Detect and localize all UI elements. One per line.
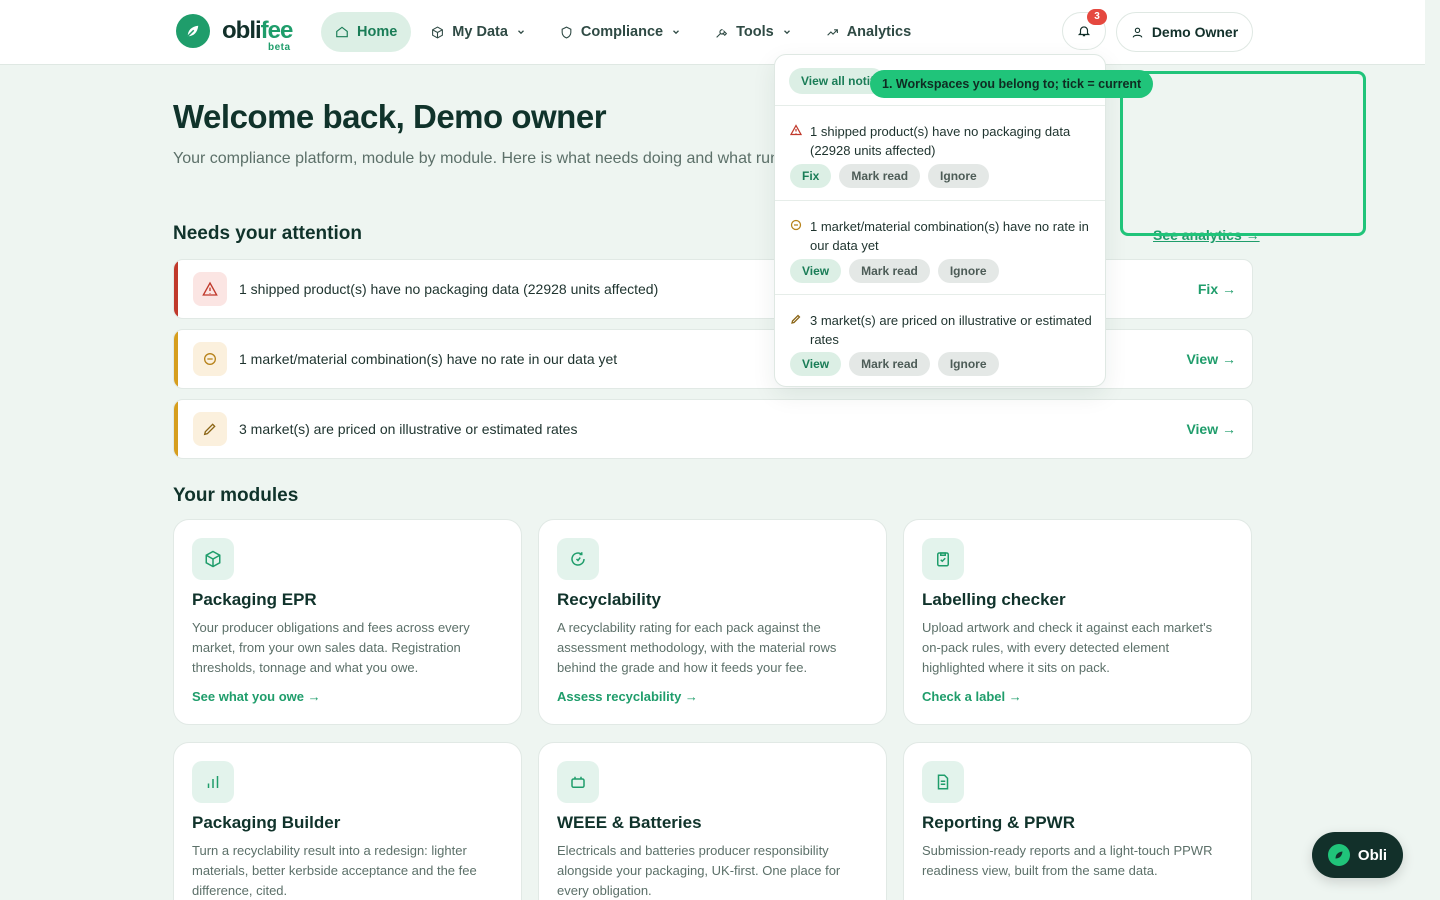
bar-chart-icon (192, 761, 234, 803)
view-button[interactable]: View (790, 352, 842, 376)
view-link[interactable]: View → (1186, 421, 1236, 437)
tour-tooltip[interactable]: 1. Workspaces you belong to; tick = curr… (870, 70, 1154, 98)
notifications-dropdown: View all notifications 1 shipped product… (774, 54, 1106, 387)
module-card-weee-batteries[interactable]: WEEE & Batteries Electricals and batteri… (538, 742, 887, 900)
notifications-button[interactable]: 3 (1062, 9, 1107, 50)
module-card-recyclability[interactable]: Recyclability A recyclability rating for… (538, 519, 887, 725)
card-title: Recyclability (557, 590, 661, 609)
notification-text: 1 shipped product(s) have no packaging d… (810, 124, 1071, 158)
view-button[interactable]: View (790, 259, 842, 283)
card-title: Packaging EPR (192, 590, 317, 609)
card-description: A recyclability rating for each pack aga… (557, 620, 837, 675)
nav-tools[interactable]: Tools (701, 12, 806, 52)
nav-my-data[interactable]: My Data (417, 12, 540, 52)
ignore-button[interactable]: Ignore (937, 352, 999, 376)
fix-link[interactable]: Fix → (1198, 281, 1236, 297)
brand-wordmark: oblifee (222, 17, 293, 44)
trend-icon (826, 28, 838, 36)
minus-circle-icon (193, 342, 227, 376)
notification-actions: Fix Mark read Ignore (790, 164, 989, 188)
chevron-down-icon (783, 30, 790, 35)
attention-text: 1 shipped product(s) have no packaging d… (239, 281, 659, 297)
card-description: Upload artwork and check it against each… (922, 620, 1213, 675)
tour-highlight-box (1120, 71, 1366, 236)
card-title: Reporting & PPWR (922, 813, 1075, 832)
module-card-labelling-checker[interactable]: Labelling checker Upload artwork and che… (903, 519, 1252, 725)
mark-read-button[interactable]: Mark read (839, 164, 921, 188)
chevron-down-icon (517, 30, 524, 35)
recycle-icon (557, 538, 599, 580)
attention-row-estimated-rates[interactable]: 3 market(s) are priced on illustrative o… (173, 399, 1253, 459)
notification-item: 3 market(s) are priced on illustrative o… (775, 294, 1105, 386)
brand-logo[interactable]: oblifee beta (176, 14, 293, 53)
obli-assistant-button[interactable]: Obli (1312, 832, 1403, 878)
warning-icon (193, 272, 227, 306)
leaf-icon (1327, 844, 1350, 866)
card-link[interactable]: Check a label → (922, 689, 1022, 704)
attention-text: 1 market/material combination(s) have no… (239, 351, 618, 367)
card-link[interactable]: Assess recyclability → (557, 689, 698, 704)
main-nav: Home My Data Compliance Tools Analytics (321, 12, 931, 52)
card-description: Electricals and batteries producer respo… (557, 843, 841, 898)
notification-text: 3 market(s) are priced on illustrative o… (810, 313, 1092, 347)
home-icon (336, 26, 348, 38)
pencil-icon (791, 314, 801, 324)
card-title: Packaging Builder (192, 813, 341, 832)
pencil-icon (193, 412, 227, 446)
module-card-packaging-builder[interactable]: Packaging Builder Turn a recyclability r… (173, 742, 522, 900)
top-navigation-bar: oblifee beta Home My Data Compliance Too… (0, 0, 1425, 65)
chevron-down-icon (673, 30, 680, 35)
attention-text: 3 market(s) are priced on illustrative o… (239, 421, 578, 437)
card-description: Turn a recyclability result into a redes… (192, 843, 477, 898)
notification-item: 1 market/material combination(s) have no… (775, 200, 1105, 294)
attention-heading: Needs your attention (173, 223, 362, 244)
mark-read-button[interactable]: Mark read (849, 352, 930, 376)
severity-bar (174, 400, 178, 458)
user-icon (1132, 27, 1143, 38)
page-subtitle: Your compliance platform, module by modu… (173, 150, 784, 167)
minus-circle-icon (790, 219, 802, 231)
view-link[interactable]: View → (1186, 351, 1236, 367)
modules-heading: Your modules (173, 485, 299, 506)
card-link[interactable]: See what you owe → (192, 689, 321, 704)
user-menu-button[interactable]: Demo Owner (1116, 12, 1253, 52)
card-title: Labelling checker (922, 590, 1066, 609)
clipboard-check-icon (922, 538, 964, 580)
page-title: Welcome back, Demo owner (173, 98, 607, 135)
nav-analytics[interactable]: Analytics (812, 12, 925, 52)
ignore-button[interactable]: Ignore (928, 164, 989, 188)
leaf-icon (176, 14, 210, 48)
wrench-icon (716, 28, 728, 38)
card-title: WEEE & Batteries (557, 813, 702, 832)
module-card-packaging-epr[interactable]: Packaging EPR Your producer obligations … (173, 519, 522, 725)
shield-icon (561, 25, 572, 38)
card-description: Submission-ready reports and a light-tou… (922, 843, 1213, 878)
severity-bar (174, 330, 178, 388)
severity-bar (174, 260, 178, 318)
mark-read-button[interactable]: Mark read (849, 259, 930, 283)
notification-actions: View Mark read Ignore (790, 352, 999, 376)
cube-icon (432, 25, 444, 39)
box-icon (192, 538, 234, 580)
bell-icon (1077, 26, 1091, 37)
battery-icon (557, 761, 599, 803)
document-icon (922, 761, 964, 803)
card-description: Your producer obligations and fees acros… (192, 620, 470, 675)
module-card-reporting-ppwr[interactable]: Reporting & PPWR Submission-ready report… (903, 742, 1252, 900)
notification-text: 1 market/material combination(s) have no… (810, 219, 1089, 253)
notification-item: 1 shipped product(s) have no packaging d… (775, 105, 1105, 200)
nav-compliance[interactable]: Compliance (546, 12, 695, 52)
notification-count-badge: 3 (1087, 9, 1107, 25)
beta-tag: beta (268, 42, 291, 53)
warning-icon (790, 124, 802, 136)
fix-button[interactable]: Fix (790, 164, 832, 188)
ignore-button[interactable]: Ignore (937, 259, 999, 283)
nav-home[interactable]: Home (321, 12, 412, 52)
notification-actions: View Mark read Ignore (790, 259, 999, 283)
